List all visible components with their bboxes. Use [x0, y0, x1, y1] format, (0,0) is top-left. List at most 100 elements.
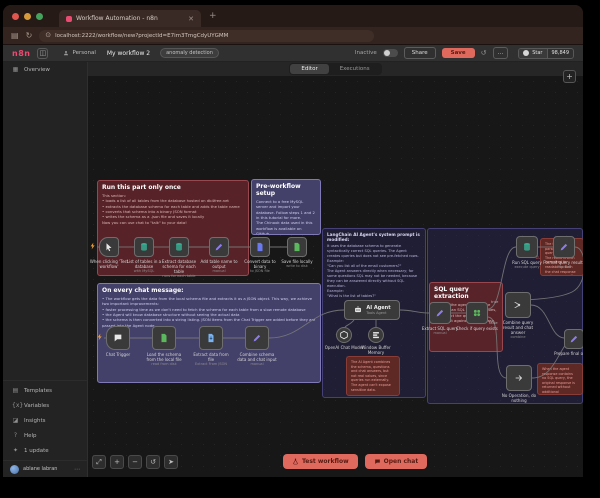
- node-chat-trigger[interactable]: [106, 326, 130, 350]
- history-icon[interactable]: ↺: [481, 49, 487, 57]
- node-combine-result[interactable]: [505, 292, 531, 318]
- person-icon: [63, 50, 69, 56]
- zoom-in-button[interactable]: +: [110, 455, 124, 469]
- canvas-controls: ⤢ +−↺ ➤: [92, 455, 178, 469]
- robot-icon: [353, 305, 363, 315]
- node-format-results[interactable]: [553, 236, 575, 258]
- sidebar-item-help[interactable]: ?Help: [3, 428, 87, 443]
- variables-icon: {x}: [12, 402, 19, 409]
- node-label-extract-file: Extract data from fileExtract From JSON: [190, 352, 232, 366]
- reset-zoom-button[interactable]: ↺: [146, 455, 160, 469]
- save-button[interactable]: Save: [442, 48, 475, 58]
- node-noop[interactable]: [506, 365, 532, 391]
- user-more-icon[interactable]: ⋯: [74, 466, 80, 473]
- binary-icon: [255, 242, 265, 252]
- node-list-tables[interactable]: [134, 237, 154, 257]
- tidy-up-button[interactable]: ➤: [164, 455, 178, 469]
- update-icon: ✦: [12, 447, 19, 454]
- node-add-table-name[interactable]: [209, 237, 229, 257]
- status-label: Inactive: [355, 50, 377, 56]
- chat-icon: [374, 458, 381, 465]
- more-menu-button[interactable]: ...: [493, 47, 509, 59]
- node-check-query[interactable]: [466, 302, 488, 324]
- close-tab-icon[interactable]: ✕: [188, 15, 194, 23]
- node-label-add-table-name: Add table name to outputmanual: [198, 259, 240, 273]
- node-convert-binary[interactable]: [250, 237, 270, 257]
- minimize-window-button[interactable]: [24, 13, 31, 20]
- if-icon: [472, 308, 482, 318]
- sidebar-item-label: 1 update: [24, 448, 49, 454]
- browser-window: Workflow Automation - n8n ✕ + ▤ ↻ ⊙ loca…: [3, 5, 583, 477]
- zoom-out-button[interactable]: −: [128, 455, 142, 469]
- browser-url-bar: ▤ ↻ ⊙ localhost:2222/workflow/new?projec…: [3, 27, 583, 45]
- node-openai-model[interactable]: [336, 327, 352, 343]
- project-name: Personal: [72, 50, 95, 56]
- node-label-load-schema: Load the schema from the local fileread …: [143, 352, 185, 366]
- github-star-count: 98,849: [547, 49, 574, 58]
- openai-icon: [339, 330, 349, 340]
- extract-icon: [206, 333, 216, 343]
- node-buffer-memory[interactable]: [368, 327, 384, 343]
- favicon: [66, 16, 72, 22]
- pencil-icon: [252, 333, 262, 343]
- close-window-button[interactable]: [12, 13, 19, 20]
- sidebar-item-templates[interactable]: ▤Templates: [3, 383, 87, 398]
- node-label-combine-result: Combine query result and chat answercomb…: [497, 320, 539, 339]
- chat-icon: [113, 333, 123, 343]
- breadcrumb[interactable]: Personal: [63, 50, 95, 56]
- avatar: [10, 465, 19, 474]
- node-run-sql[interactable]: ⚠: [516, 236, 538, 258]
- tab-executions[interactable]: Executions: [329, 64, 381, 74]
- sidebar-item-overview[interactable]: ▦ Overview: [3, 62, 87, 77]
- share-button[interactable]: Share: [404, 47, 436, 59]
- node-extract-file[interactable]: [199, 326, 223, 350]
- n8n-logo: n8n: [12, 49, 30, 58]
- memory-icon: [371, 330, 381, 340]
- noop-icon: [514, 373, 524, 383]
- active-toggle[interactable]: [383, 49, 398, 57]
- sidebar-item-variables[interactable]: {x}Variables: [3, 398, 87, 413]
- sidebar-item-insights[interactable]: ◪Insights: [3, 413, 87, 428]
- new-tab-button[interactable]: +: [209, 11, 217, 21]
- maximize-window-button[interactable]: [36, 13, 43, 20]
- mysql-icon: [139, 242, 149, 252]
- site-info-icon[interactable]: ⊙: [45, 32, 51, 39]
- node-label-convert-binary: Convert data to binaryto JSON file: [239, 259, 281, 273]
- node-label-extract-sql: Extract SQL querymanual: [419, 326, 461, 335]
- editor-tabs: Editor Executions: [289, 63, 381, 75]
- cursor-icon: [104, 242, 114, 252]
- node-extract-sql[interactable]: [429, 302, 451, 324]
- sidebar-item-1-update[interactable]: ✦ 1 update: [3, 443, 87, 458]
- toggle-knob: [384, 50, 390, 56]
- pencil-icon: [559, 242, 569, 252]
- panel-icon[interactable]: ▤: [11, 32, 19, 40]
- add-node-button[interactable]: +: [563, 70, 576, 83]
- workflow-tag[interactable]: anomaly detection: [160, 48, 219, 58]
- fit-view-button[interactable]: ⤢: [92, 455, 106, 469]
- github-icon: [523, 50, 529, 56]
- merge-icon: [513, 300, 523, 310]
- node-prepare-final[interactable]: [564, 329, 583, 349]
- browser-tab[interactable]: Workflow Automation - n8n ✕: [59, 10, 201, 27]
- node-ai-agent[interactable]: AI AgentTools Agent: [344, 300, 400, 320]
- github-star-widget[interactable]: Star 98,849: [518, 48, 574, 59]
- open-chat-button[interactable]: Open chat: [365, 454, 428, 469]
- test-workflow-button[interactable]: Test workflow: [283, 454, 358, 469]
- url-field[interactable]: ⊙ localhost:2222/workflow/new?projectId=…: [39, 30, 374, 42]
- node-combine-schema[interactable]: [245, 326, 269, 350]
- reload-icon[interactable]: ↻: [26, 32, 33, 40]
- templates-icon: ▤: [12, 387, 19, 394]
- panel-toggle-button[interactable]: ◫: [37, 48, 48, 59]
- user-menu[interactable]: ablane labran ⋯: [3, 460, 87, 477]
- workflow-canvas[interactable]: Run this part only onceThis section:• lo…: [88, 76, 583, 477]
- tab-editor[interactable]: Editor: [290, 64, 328, 74]
- node-save-file[interactable]: [287, 237, 307, 257]
- node-label-noop: No Operation, do nothing: [498, 393, 540, 403]
- node-label-chat-trigger: Chat Trigger: [97, 352, 139, 357]
- sidebar: ▦ Overview ▤Templates{x}Variables◪Insigh…: [3, 62, 88, 477]
- node-extract-schema[interactable]: [169, 237, 189, 257]
- workflow-name[interactable]: My workflow 2: [107, 50, 150, 57]
- node-test-trigger[interactable]: [99, 237, 119, 257]
- node-load-schema[interactable]: [152, 326, 176, 350]
- node-label-run-sql: Run SQL queryexecute query: [506, 260, 548, 269]
